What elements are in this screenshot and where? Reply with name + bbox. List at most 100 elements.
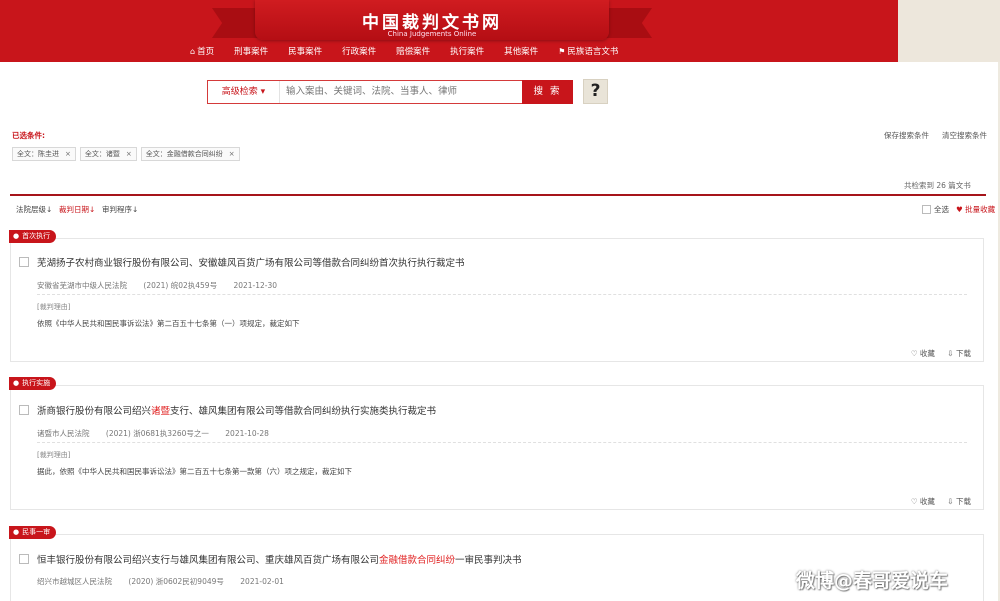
result-meta: 安徽省芜湖市中级人民法院 (2021) 皖02执459号 2021-12-30: [37, 280, 291, 291]
result-meta: 绍兴市越城区人民法院 (2020) 浙0602民初9049号 2021-02-0…: [37, 576, 298, 587]
flag-icon: ⚑: [558, 46, 566, 56]
case-type-tag: ● 首次执行: [9, 230, 57, 243]
title-part: 恒丰银行股份有限公司绍兴支行与雄风集团有限公司、重庆雄风百货广场有限公司: [37, 555, 380, 566]
bulk-collect-label: 批量收藏: [965, 205, 996, 214]
search-input[interactable]: [282, 81, 520, 103]
condition-chip: 全文：诸暨 ×: [79, 147, 137, 161]
help-button[interactable]: ?: [583, 79, 608, 104]
chip-label: 全文：金融借款合同纠纷: [145, 150, 223, 158]
ribbon-wing-left: [212, 8, 258, 38]
nav-item-administrative[interactable]: 行政案件: [342, 43, 376, 59]
sort-court-level[interactable]: 法院层级↓: [16, 204, 52, 215]
dot-icon: ●: [13, 379, 20, 387]
result-title[interactable]: 恒丰银行股份有限公司绍兴支行与雄风集团有限公司、重庆雄风百货广场有限公司金融借款…: [37, 552, 522, 566]
chip-label: 全文：陈圭进: [17, 150, 59, 158]
nav-item-criminal[interactable]: 刑事案件: [234, 43, 268, 59]
title-part: 浙商银行股份有限公司绍兴: [37, 406, 152, 417]
result-checkbox[interactable]: [19, 257, 29, 267]
result-checkbox[interactable]: [19, 405, 29, 415]
nav-item-civil[interactable]: 民事案件: [288, 43, 322, 59]
dot-icon: ●: [13, 232, 20, 240]
nav-item-home[interactable]: ⌂ 首页: [190, 43, 214, 59]
nav-item-label: 首页: [197, 47, 215, 57]
result-card: ● 执行实施 浙商银行股份有限公司绍兴诸暨支行、雄风集团有限公司等借款合同纠纷执行…: [9, 377, 984, 510]
nav-item-label: 执行案件: [450, 47, 485, 57]
judgment-date: 2021-02-01: [240, 577, 284, 586]
select-all-label: 全选: [934, 205, 949, 214]
main-content: 高级检索 ▾ 搜 索 ? 已选条件: 保存搜索条件 清空搜索条件 全文：陈圭进 ×…: [0, 62, 998, 601]
chip-label: 全文：诸暨: [84, 150, 120, 158]
nav-item-ethnic-language[interactable]: ⚑ 民族语言文书: [558, 43, 618, 59]
case-type-tag: ● 执行实施: [9, 377, 57, 390]
court-name: 绍兴市越城区人民法院: [37, 577, 112, 586]
collect-button[interactable]: ♡ 收藏: [911, 497, 935, 506]
advanced-search-dropdown[interactable]: 高级检索 ▾: [208, 81, 280, 103]
court-name: 安徽省芜湖市中级人民法院: [37, 281, 127, 290]
condition-chip: 全文：陈圭进 ×: [12, 147, 76, 161]
heart-icon: ♥: [956, 205, 963, 214]
search-bar: 高级检索 ▾: [207, 80, 523, 104]
save-conditions-link[interactable]: 保存搜索条件: [884, 130, 929, 141]
judgment-date: 2021-12-30: [233, 281, 278, 290]
case-number: (2020) 浙0602民初9049号: [128, 577, 224, 586]
close-icon[interactable]: ×: [65, 150, 71, 158]
main-nav: ⌂ 首页 刑事案件 民事案件 行政案件 赔偿案件 执行案件 其他案件 ⚑ 民族语言文…: [190, 43, 638, 59]
result-card: ● 首次执行 芜湖扬子农村商业银行股份有限公司、安徽雄风百货广场有限公司等借款合同…: [9, 230, 984, 362]
nav-item-label: 其他案件: [504, 47, 539, 57]
condition-chip: 全文：金融借款合同纠纷 ×: [140, 147, 240, 161]
reason-label: [裁判理由]: [37, 451, 71, 459]
close-icon[interactable]: ×: [126, 150, 132, 158]
case-type-label: 首次执行: [22, 232, 51, 240]
download-button[interactable]: ⇩ 下载: [947, 349, 971, 358]
watermark: 微博@春哥爱说车: [796, 570, 949, 592]
reason-label: [裁判理由]: [37, 303, 71, 311]
nav-item-label: 行政案件: [342, 47, 377, 57]
nav-item-label: 民族语言文书: [567, 47, 619, 57]
close-icon[interactable]: ×: [229, 150, 235, 158]
dashed-divider: [37, 442, 967, 443]
card-actions: ♡ 收藏 ⇩ 下载: [901, 348, 971, 359]
bulk-collect-button[interactable]: ♥ 批量收藏: [956, 204, 995, 215]
nav-item-compensation[interactable]: 赔偿案件: [396, 43, 430, 59]
result-title[interactable]: 芜湖扬子农村商业银行股份有限公司、安徽雄风百货广场有限公司等借款合同纠纷首次执行…: [37, 255, 465, 269]
result-checkbox[interactable]: [19, 554, 29, 564]
download-button[interactable]: ⇩ 下载: [947, 497, 971, 506]
result-meta: 诸暨市人民法院 (2021) 浙0681执3260号之一 2021-10-28: [37, 428, 283, 439]
nav-item-other[interactable]: 其他案件: [504, 43, 538, 59]
title-part: 一审民事判决书: [455, 555, 522, 566]
home-icon: ⌂: [190, 46, 196, 56]
case-number: (2021) 浙0681执3260号之一: [105, 429, 209, 438]
advanced-search-label: 高级检索: [221, 87, 258, 97]
select-all[interactable]: 全选: [922, 204, 949, 215]
court-name: 诸暨市人民法院: [37, 429, 90, 438]
sort-trial-procedure[interactable]: 审判程序↓: [102, 204, 138, 215]
judgment-date: 2021-10-28: [225, 429, 269, 438]
dot-icon: ●: [13, 528, 20, 536]
search-button[interactable]: 搜 索: [522, 80, 573, 104]
nav-item-label: 刑事案件: [234, 47, 269, 57]
nav-item-label: 赔偿案件: [396, 47, 431, 57]
title-part: 支行、雄风集团有限公司等借款合同纠纷执行实施类执行裁定书: [170, 406, 437, 417]
title-highlight: 诸暨: [151, 406, 171, 417]
collect-button[interactable]: ♡ 收藏: [911, 349, 935, 358]
case-type-tag: ● 民事一审: [9, 526, 57, 539]
result-title[interactable]: 浙商银行股份有限公司绍兴诸暨支行、雄风集团有限公司等借款合同纠纷执行实施类执行裁…: [37, 403, 436, 417]
results-divider: [10, 194, 986, 196]
title-part: 芜湖扬子农村商业银行股份有限公司、安徽雄风百货广场有限公司等借款合同纠纷首次执行…: [37, 258, 465, 269]
nav-item-label: 民事案件: [288, 47, 323, 57]
nav-item-execution[interactable]: 执行案件: [450, 43, 484, 59]
selected-conditions-label: 已选条件:: [12, 131, 45, 140]
case-number: (2021) 皖02执459号: [143, 281, 218, 290]
page: 中国裁判文书网 China Judgements Online ⌂ 首页 刑事案件…: [0, 0, 1000, 601]
site-logo-ribbon[interactable]: 中国裁判文书网 China Judgements Online: [255, 0, 609, 40]
sort-judgment-date[interactable]: 裁判日期↓: [59, 204, 95, 215]
clear-conditions-link[interactable]: 清空搜索条件: [942, 130, 987, 141]
select-all-checkbox[interactable]: [922, 205, 931, 214]
sort-bar: 法院层级↓ 裁判日期↓ 审判程序↓ 全选 ♥ 批量收藏: [10, 201, 995, 219]
header-side-panel: [898, 0, 1000, 62]
card-actions: ♡ 收藏 ⇩ 下载: [901, 496, 971, 507]
ribbon-wing-right: [606, 8, 652, 38]
caret-down-icon: ▾: [260, 87, 266, 97]
condition-chips: 全文：陈圭进 × 全文：诸暨 × 全文：金融借款合同纠纷 ×: [12, 147, 244, 161]
site-subtitle: China Judgements Online: [387, 30, 477, 38]
